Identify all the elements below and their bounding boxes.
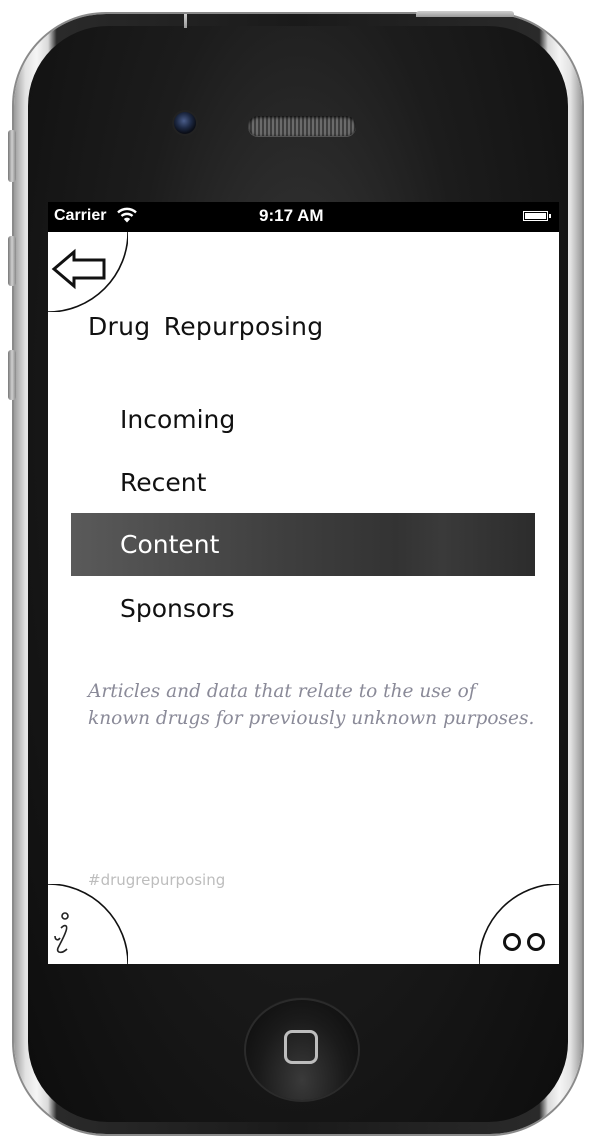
- status-time: 9:17 AM: [259, 206, 324, 225]
- front-camera: [174, 112, 196, 134]
- status-bar: Carrier 9:17 AM: [48, 202, 559, 232]
- info-button[interactable]: [48, 884, 128, 964]
- carrier-label: Carrier: [54, 207, 107, 224]
- wifi-icon: [117, 207, 137, 223]
- menu-item-incoming[interactable]: Incoming: [71, 388, 535, 451]
- back-button[interactable]: [48, 232, 128, 312]
- battery-icon: [523, 211, 551, 221]
- menu-item-recent[interactable]: Recent: [71, 451, 535, 514]
- menu-item-sponsors[interactable]: Sponsors: [71, 577, 535, 640]
- page-title: Drug Repurposing: [88, 312, 324, 341]
- home-square-icon: [284, 1030, 318, 1064]
- volume-up-button: [8, 236, 16, 286]
- menu-item-content[interactable]: Content: [71, 513, 535, 576]
- sleep-button: [416, 11, 514, 17]
- top-edge-detail: [184, 14, 187, 28]
- app-content: Drug Repurposing Incoming Recent Content…: [48, 232, 559, 964]
- page-description: Articles and data that relate to the use…: [88, 681, 535, 729]
- home-button[interactable]: [246, 1000, 358, 1100]
- more-button[interactable]: [479, 884, 559, 964]
- screen: Carrier 9:17 AM Drug Repurposing Incomin…: [48, 202, 559, 964]
- volume-down-button: [8, 350, 16, 400]
- earpiece-speaker: [248, 116, 356, 136]
- mute-switch: [8, 130, 16, 182]
